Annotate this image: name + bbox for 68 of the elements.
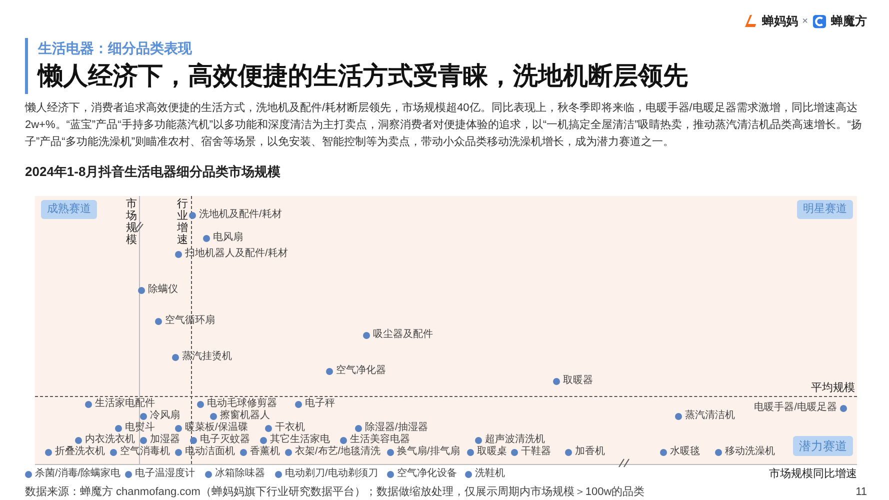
point-label: 电子温湿度计 [135,468,195,480]
point-label: 衣架/布艺/地毯清洗 [295,446,381,458]
section-label: 生活电器：细分品类表现 [38,39,193,58]
point-label: 冷风扇 [150,410,180,422]
point-label: 空气净化设备 [397,468,457,480]
point-label: 扫地机器人及配件/耗材 [185,248,288,260]
point-label: 洗地机及配件/耗材 [199,209,282,221]
point-label: 空气循环扇 [165,315,215,327]
point-label: 换气扇/排气扇 [397,446,460,458]
point-label: 冰箱除味器 [215,468,265,480]
point-label: 加湿器 [150,434,180,446]
point-label: 香薰机 [250,446,280,458]
point-label: 吸尘器及配件 [373,329,433,341]
point-label: 取暖桌 [477,446,507,458]
point-label: 电动毛球修剪器 [207,398,277,410]
point-label: 空气消毒机 [120,446,170,458]
axis-label: 市场规模同比增速 [769,467,857,481]
axis-label: 市场规模 [126,198,137,246]
data-point [125,470,132,478]
point-label: 除湿器/抽湿器 [365,422,428,434]
point-label: 洗鞋机 [475,468,505,480]
page-title: 懒人经济下，高效便捷的生活方式受青睐，洗地机断层领先 [38,61,688,92]
description-paragraph: 懒人经济下，消费者追求高效便捷的生活方式，洗地机及配件/耗材断层领先，市场规模超40亿。同比表现上，秋冬季即将来临，电暖手器/电暖足器需求激增，同比增速高达2w+%。“蓝宝”产品“手持多功能蒸汽机”以多功能和深度清洁为主打卖点，洞察消费者对便捷体验的追求，以“一机搞定全屋清洁”吸睛热卖，推动蒸汽清洁机品类高速增长。“扬子”产品“多功能洗澡机”则瞄准农村、宿舍等场景，以免安装、智能控制等为卖点，带动小众品类移动洗澡机增长，成为潜力赛道之一。 [25,100,863,150]
source-note: 数据来源：蝉魔方 chanmofang.com（蝉妈妈旗下行业研究数据平台）；数据做缩放处理，仅展示周期内市场规模＞100w的品类 [25,484,645,500]
separator: × [802,14,808,28]
axis-break-icon [617,457,631,469]
point-label: 内衣洗衣机 [85,434,135,446]
chart-title: 2024年1-8月抖音生活电器细分品类市场规模 [25,163,282,181]
point-label: 电动洁面机 [185,446,235,458]
point-label: 杀菌/消毒/除螨家电 [35,468,121,480]
brand-logo-icon [812,14,827,28]
average-line-label: 平均规模 [811,381,855,395]
brand-name: 蝉妈妈 [762,13,798,30]
data-point [275,470,282,478]
quadrant-label: 潜力赛道 [793,436,853,456]
point-label: 电暖手器/电暖足器 [754,402,837,414]
point-label: 加香机 [575,446,605,458]
point-label: 擦窗机器人 [220,410,270,422]
point-label: 生活美容电器 [350,434,410,446]
point-label: 水暖毯 [670,446,700,458]
point-label: 其它生活家电 [270,434,330,446]
point-label: 蒸汽清洁机 [685,410,735,422]
point-label: 超声波清洗机 [485,434,545,446]
data-point [387,470,394,478]
quadrant-label: 成熟赛道 [41,200,97,218]
point-label: 空气净化器 [336,365,386,377]
point-label: 移动洗澡机 [725,446,775,458]
point-label: 生活家电配件 [95,398,155,410]
data-point [465,470,472,478]
point-label: 折叠洗衣机 [55,446,105,458]
point-label: 电熨斗 [125,422,155,434]
axis-label: 行业增速 [177,198,188,246]
point-label: 除螨仪 [148,284,178,296]
brand-name: 蝉魔方 [831,13,867,30]
point-label: 电子秤 [305,398,335,410]
point-label: 电风扇 [213,232,243,244]
brand-logo-icon [742,13,758,29]
point-label: 电动剃刀/电动剃须刀 [285,468,378,480]
data-point [205,470,212,478]
point-label: 干鞋器 [521,446,551,458]
point-label: 电子灭蚊器 [200,434,250,446]
point-label: 取暖器 [563,375,593,387]
point-label: 蒸汽挂烫机 [182,351,232,363]
point-label: 暖菜板/保温碟 [185,422,248,434]
quadrant-label: 明星赛道 [797,200,853,218]
page-number: 11 [856,485,867,500]
point-label: 干衣机 [275,422,305,434]
data-point [25,470,32,478]
